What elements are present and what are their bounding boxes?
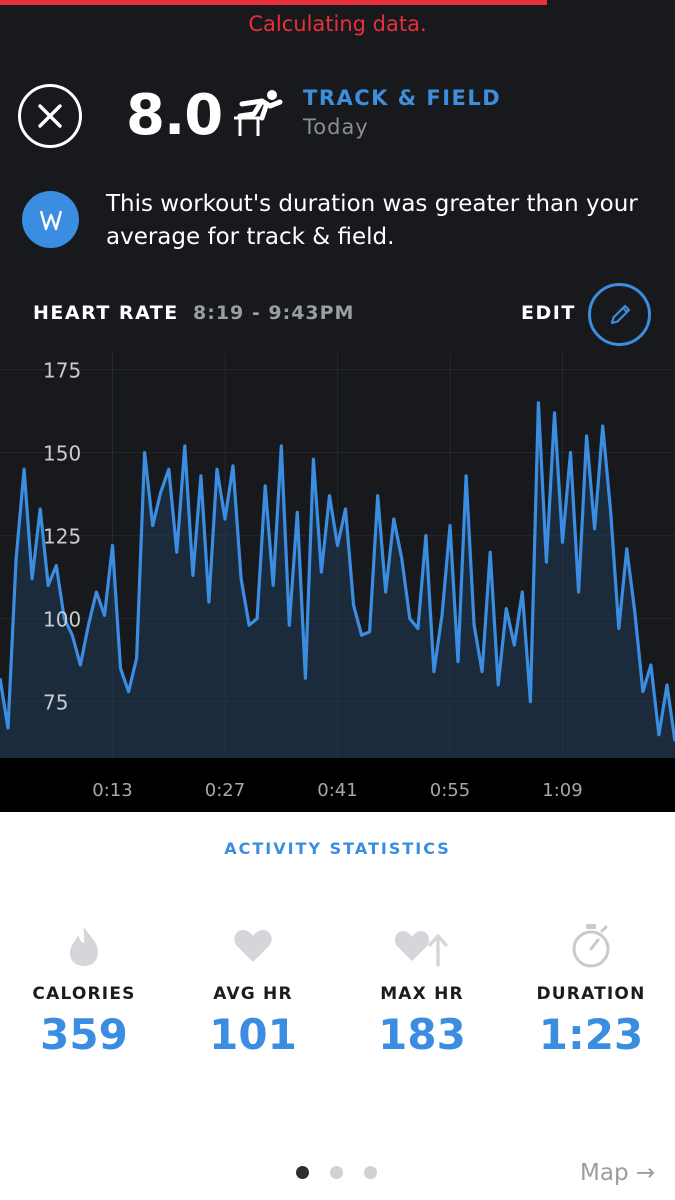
heart-icon: [234, 929, 272, 962]
x-tick-label: 0:27: [205, 780, 245, 801]
y-tick-label: 125: [43, 525, 81, 549]
activity-date: Today: [303, 115, 369, 139]
stat-value: 359: [40, 1010, 128, 1059]
calculation-progress-bar: [0, 0, 547, 5]
x-tick-label: 0:41: [317, 780, 357, 801]
activity-statistics-title: ACTIVITY STATISTICS: [224, 839, 451, 858]
map-link[interactable]: Map →: [580, 1160, 655, 1186]
stat-max-hr: MAX HR 183: [338, 920, 506, 1059]
heart-rate-chart: 175 150 125 100 75 0:13 0:27 0:41 0:55 1:09: [0, 353, 675, 812]
close-icon: [38, 104, 62, 128]
stat-duration: DURATION 1:23: [507, 920, 675, 1059]
page-dot-2[interactable]: [330, 1166, 343, 1179]
y-tick-label: 175: [43, 359, 81, 383]
stat-calories: CALORIES 359: [0, 920, 168, 1059]
stat-avg-hr: AVG HR 101: [169, 920, 337, 1059]
stat-value: 101: [209, 1010, 297, 1059]
page-indicator: [296, 1166, 377, 1179]
heart-rate-chart-svg: 175 150 125 100 75 0:13 0:27 0:41 0:55 1:09: [0, 353, 675, 812]
flame-icon: [70, 927, 98, 966]
heart-rate-time-range: 8:19 - 9:43PM: [193, 302, 355, 324]
stat-label: MAX HR: [380, 984, 464, 1004]
page-dot-3[interactable]: [364, 1166, 377, 1179]
hurdle-runner-icon: [234, 90, 283, 136]
pencil-icon: [610, 304, 630, 324]
edit-label[interactable]: EDIT: [521, 302, 576, 324]
edit-button[interactable]: [588, 283, 651, 346]
stat-label: CALORIES: [32, 984, 136, 1004]
stat-label: AVG HR: [213, 984, 293, 1004]
heart-rate-title: HEART RATE: [33, 302, 179, 324]
stat-value: 183: [378, 1010, 466, 1059]
y-tick-label: 150: [43, 442, 81, 466]
activity-name: TRACK & FIELD: [303, 86, 502, 110]
close-button[interactable]: [18, 84, 82, 148]
x-tick-label: 1:09: [542, 780, 582, 801]
calculating-status: Calculating data.: [248, 12, 427, 36]
workout-insight-text: This workout's duration was greater than…: [106, 191, 638, 250]
page-dot-1[interactable]: [296, 1166, 309, 1179]
strain-score: 8.0: [126, 83, 223, 148]
stat-value: 1:23: [538, 1010, 644, 1059]
whoop-logo-icon: [22, 191, 79, 248]
x-tick-label: 0:55: [430, 780, 470, 801]
y-tick-label: 75: [43, 691, 68, 715]
y-tick-label: 100: [43, 608, 81, 632]
stopwatch-icon: [572, 924, 610, 968]
heart-up-arrow-icon: [394, 930, 448, 967]
stat-label: DURATION: [536, 984, 646, 1004]
x-tick-label: 0:13: [92, 780, 132, 801]
